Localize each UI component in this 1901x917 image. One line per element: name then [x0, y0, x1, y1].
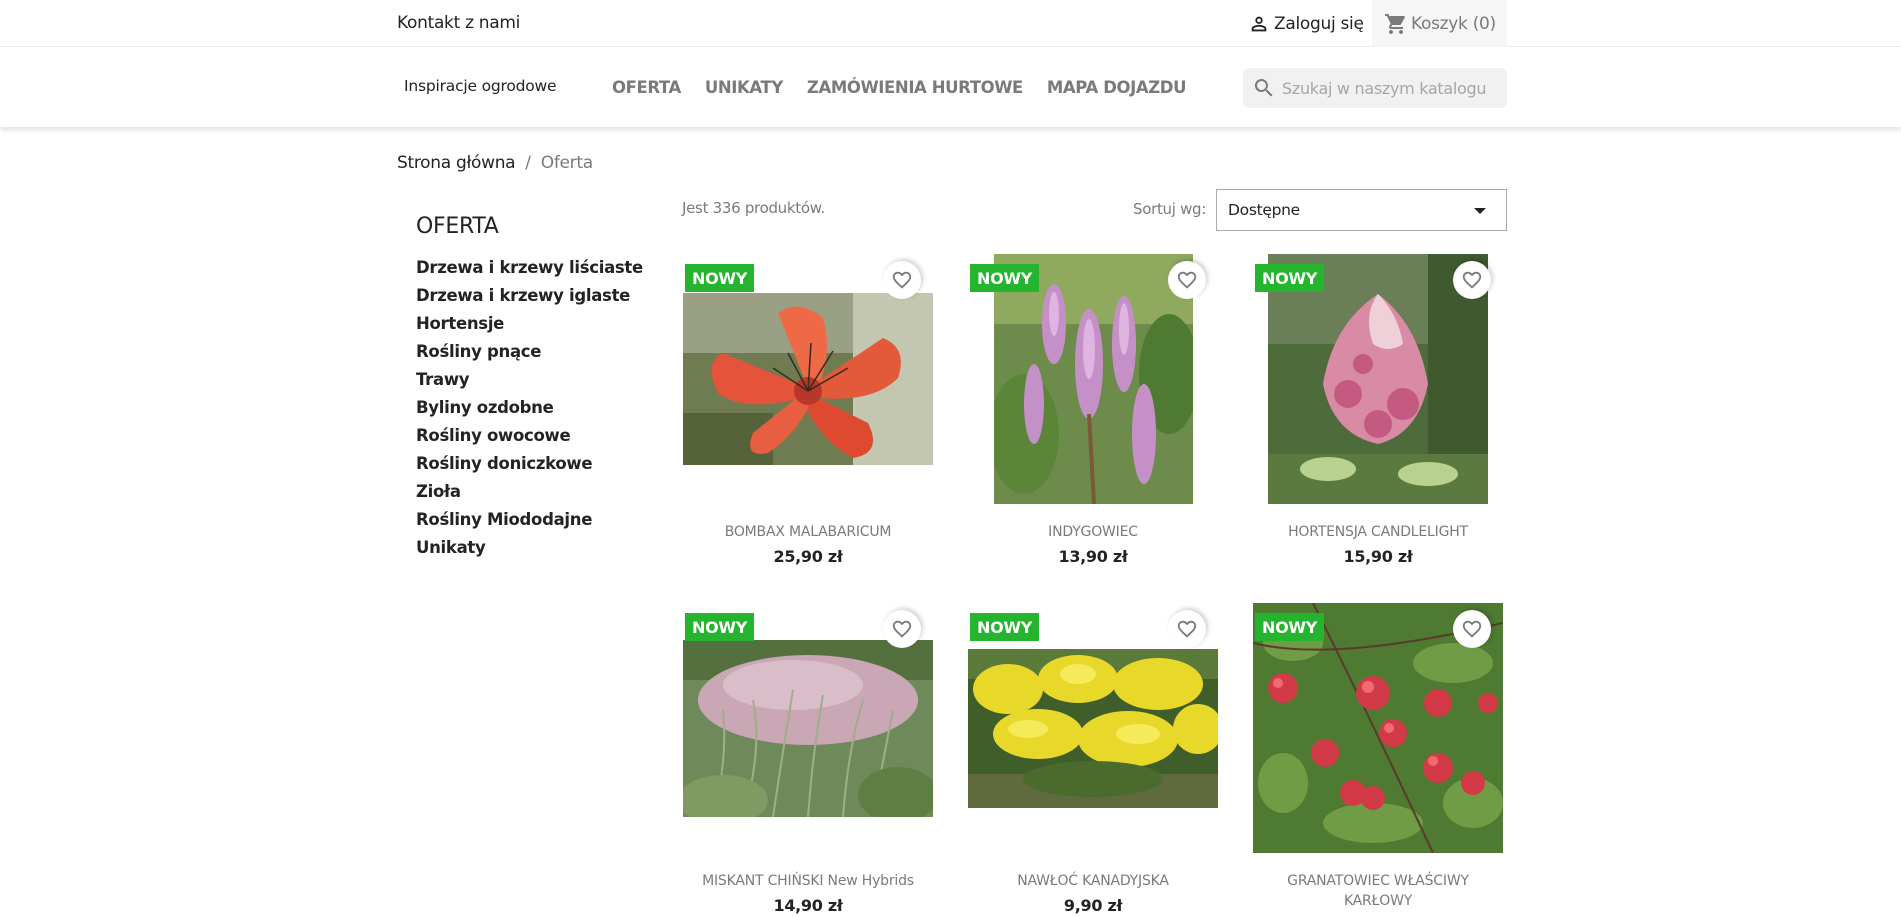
new-badge: NOWY [685, 613, 755, 641]
heart-icon [1177, 271, 1197, 289]
category-item[interactable]: Hortensje [416, 314, 643, 342]
category-list: Drzewa i krzewy liściaste Drzewa i krzew… [416, 258, 643, 566]
breadcrumb-current[interactable]: Oferta [541, 153, 593, 173]
product-price: 14,90 zł [773, 896, 843, 915]
category-item[interactable]: Byliny ozdobne [416, 398, 643, 426]
heart-icon [892, 620, 912, 638]
search-icon[interactable] [1252, 76, 1276, 100]
cart-button[interactable]: Koszyk (0) [1372, 0, 1507, 47]
flower-photo [968, 649, 1218, 808]
grass-photo [683, 640, 933, 817]
product-price: 13,90 zł [1058, 547, 1128, 566]
product-price: 25,90 zł [773, 547, 843, 566]
wishlist-button[interactable] [1168, 610, 1206, 648]
product-price: 15,90 zł [1343, 547, 1413, 566]
shopping-cart-icon [1385, 13, 1405, 34]
breadcrumb: Strona główna / Oferta [397, 153, 593, 173]
category-item[interactable]: Rośliny owocowe [416, 426, 643, 454]
new-badge: NOWY [970, 264, 1040, 292]
category-item[interactable]: Rośliny pnące [416, 342, 643, 370]
wishlist-button[interactable] [883, 610, 921, 648]
product-name[interactable]: BOMBAX MALABARICUM [683, 522, 933, 542]
wishlist-button[interactable] [1453, 610, 1491, 648]
nav-item-zamowienia-hurtowe[interactable]: ZAMÓWIENIA HURTOWE [807, 78, 1023, 97]
breadcrumb-separator: / [525, 153, 531, 173]
nav-item-mapa-dojazdu[interactable]: MAPA DOJAZDU [1047, 78, 1187, 97]
site-logo[interactable]: Inspiracje ogrodowe [404, 77, 557, 95]
wishlist-button[interactable] [1168, 261, 1206, 299]
category-title: OFERTA [416, 214, 499, 239]
new-badge: NOWY [1255, 264, 1325, 292]
search-input[interactable] [1282, 78, 1492, 98]
product-name[interactable]: NAWŁOĆ KANADYJSKA [968, 871, 1218, 891]
login-label: Zaloguj się [1274, 14, 1364, 34]
cart-label: Koszyk (0) [1411, 13, 1496, 34]
heart-icon [1177, 620, 1197, 638]
new-badge: NOWY [1255, 613, 1325, 641]
user-icon [1251, 16, 1267, 32]
nav-item-oferta[interactable]: OFERTA [612, 78, 681, 97]
login-link[interactable]: Zaloguj się [1248, 11, 1364, 37]
heart-icon [1462, 620, 1482, 638]
caret-down-icon [1474, 208, 1486, 214]
wishlist-button[interactable] [883, 261, 921, 299]
search-box [1243, 68, 1507, 108]
flower-photo [683, 293, 933, 465]
product-name[interactable]: MISKANT CHIŃSKI New Hybrids [683, 871, 933, 891]
wishlist-button[interactable] [1453, 261, 1491, 299]
contact-link[interactable]: Kontakt z nami [397, 13, 520, 33]
main-nav: OFERTA UNIKATY ZAMÓWIENIA HURTOWE MAPA D… [612, 78, 1210, 97]
nav-item-unikaty[interactable]: UNIKATY [705, 78, 783, 97]
product-name[interactable]: GRANATOWIEC WŁAŚCIWY KARŁOWY [1253, 871, 1503, 911]
category-item[interactable]: Drzewa i krzewy liściaste [416, 258, 643, 286]
top-bar: Kontakt z nami Zaloguj się Koszyk (0) [0, 0, 1901, 47]
category-item[interactable]: Rośliny doniczkowe [416, 454, 643, 482]
category-item[interactable]: Drzewa i krzewy iglaste [416, 286, 643, 314]
heart-icon [1462, 271, 1482, 289]
heart-icon [892, 271, 912, 289]
category-item[interactable]: Unikaty [416, 538, 643, 566]
sort-selected-value: Dostępne [1228, 201, 1300, 219]
product-name[interactable]: INDYGOWIEC [968, 522, 1218, 542]
main-header: Inspiracje ogrodowe OFERTA UNIKATY ZAMÓW… [0, 47, 1901, 127]
product-count: Jest 336 produktów. [682, 199, 825, 217]
product-price: 9,90 zł [1063, 896, 1123, 915]
new-badge: NOWY [685, 264, 755, 292]
product-name[interactable]: HORTENSJA CANDLELIGHT [1253, 522, 1503, 542]
breadcrumb-home[interactable]: Strona główna [397, 153, 516, 173]
sort-label: Sortuj wg: [1133, 200, 1207, 218]
category-item[interactable]: Rośliny Miododajne [416, 510, 643, 538]
new-badge: NOWY [970, 613, 1040, 641]
category-item[interactable]: Trawy [416, 370, 643, 398]
sort-dropdown[interactable]: Dostępne [1216, 189, 1507, 231]
category-item[interactable]: Zioła [416, 482, 643, 510]
